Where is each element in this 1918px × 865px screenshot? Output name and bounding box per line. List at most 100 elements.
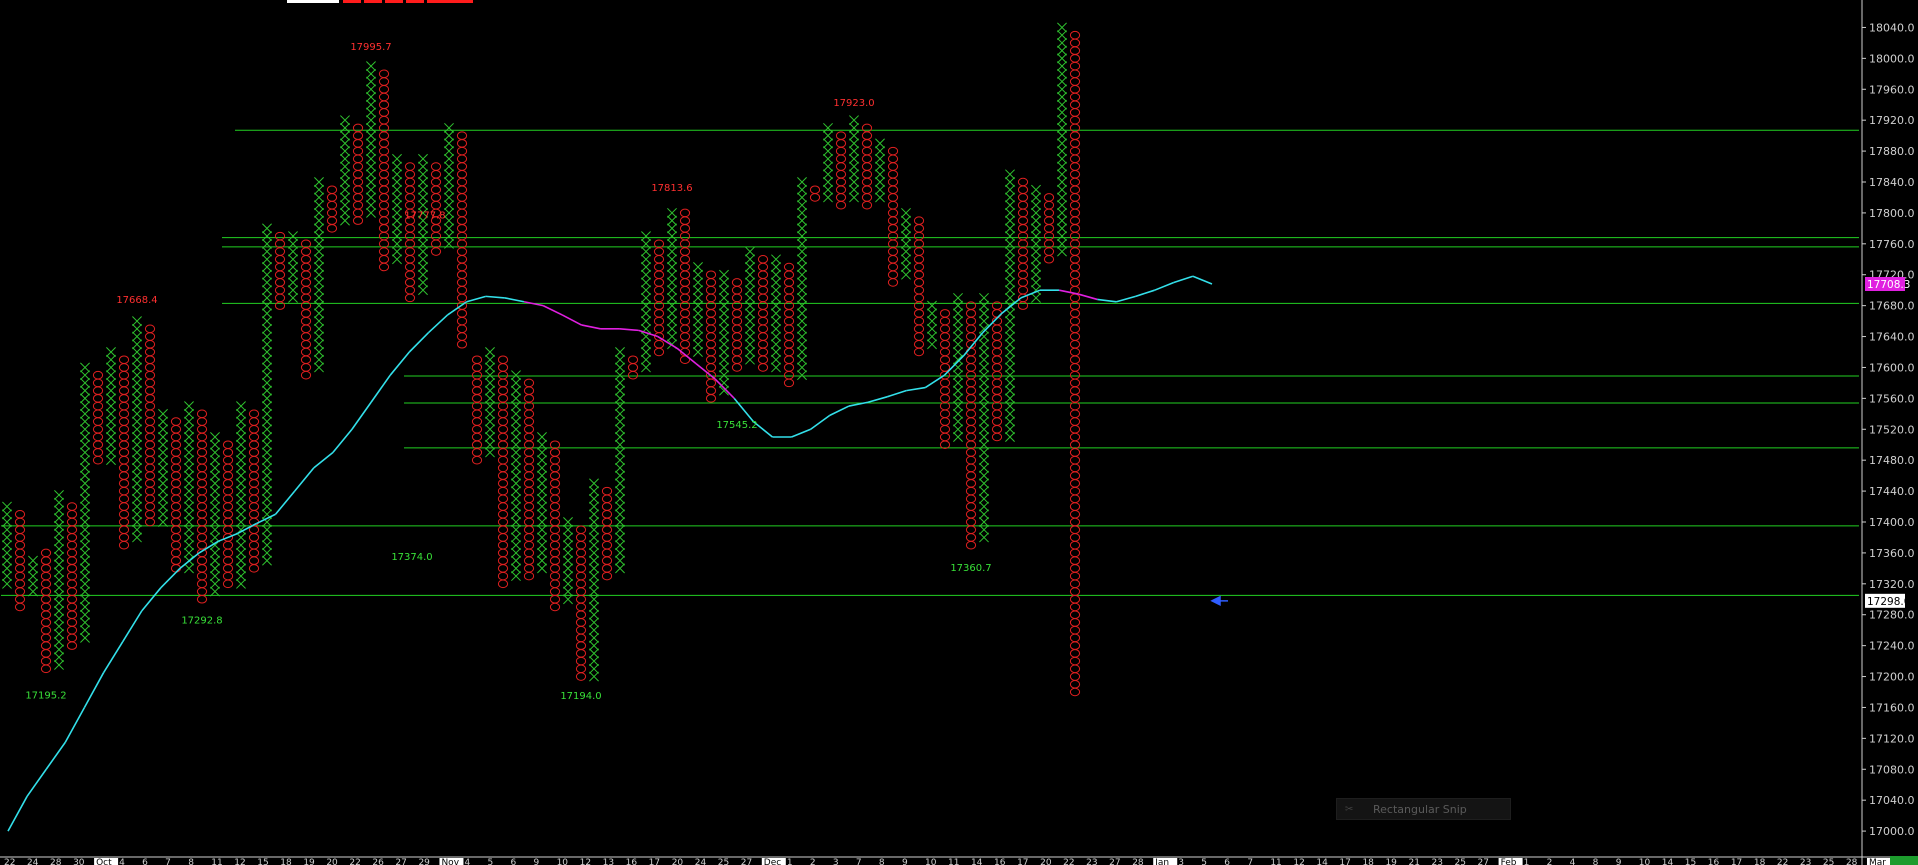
o-box bbox=[118, 425, 130, 434]
x-box bbox=[366, 146, 376, 157]
x-tick-label-8: 8 bbox=[188, 858, 194, 865]
o-box bbox=[66, 571, 78, 581]
right-column-8 bbox=[575, 525, 587, 681]
o-box bbox=[378, 139, 390, 148]
ma-segment bbox=[83, 672, 105, 708]
x-box bbox=[745, 316, 755, 327]
o-box bbox=[705, 278, 717, 287]
o-box bbox=[144, 378, 156, 388]
o-box bbox=[705, 285, 717, 295]
o-box bbox=[705, 293, 717, 303]
left-column-17 bbox=[222, 440, 234, 589]
o-box bbox=[757, 255, 769, 264]
o-box bbox=[1069, 185, 1081, 194]
x-box bbox=[589, 486, 599, 497]
o-box bbox=[222, 517, 234, 527]
o-box bbox=[497, 564, 509, 573]
x-box bbox=[262, 447, 272, 458]
o-box bbox=[1069, 463, 1081, 473]
o-box bbox=[653, 285, 665, 295]
o-box bbox=[1043, 208, 1055, 218]
o-box bbox=[300, 278, 312, 287]
o-box bbox=[783, 363, 795, 372]
o-box bbox=[731, 293, 743, 303]
o-box bbox=[1069, 525, 1081, 534]
x-box bbox=[80, 501, 90, 512]
pivot-label-9: 17923.0 bbox=[833, 98, 874, 109]
x-box bbox=[589, 578, 599, 589]
o-box bbox=[326, 185, 338, 194]
x-box bbox=[314, 347, 324, 357]
x-box bbox=[1005, 370, 1015, 381]
o-box bbox=[471, 394, 483, 403]
x-box bbox=[1005, 377, 1015, 388]
x-box bbox=[1031, 207, 1041, 218]
o-box bbox=[939, 324, 951, 334]
x-box bbox=[106, 401, 116, 412]
o-box bbox=[965, 432, 977, 442]
right-column-5 bbox=[537, 432, 547, 574]
o-box bbox=[404, 262, 416, 272]
x-box bbox=[953, 370, 963, 381]
x-box bbox=[979, 408, 989, 419]
o-box bbox=[1069, 363, 1081, 372]
ma-segment bbox=[1097, 298, 1117, 303]
o-box bbox=[66, 618, 78, 627]
o-box bbox=[549, 502, 561, 511]
left-column-6 bbox=[80, 362, 90, 643]
o-box bbox=[352, 170, 364, 179]
o-box bbox=[378, 85, 390, 94]
o-box bbox=[196, 564, 208, 573]
o-box bbox=[705, 347, 717, 357]
x-box bbox=[314, 231, 324, 242]
o-box bbox=[118, 417, 130, 426]
x-tick-label-13: 19 bbox=[303, 858, 315, 865]
o-box bbox=[92, 432, 104, 442]
x-box bbox=[641, 316, 651, 327]
x-box bbox=[797, 339, 807, 350]
x-box bbox=[54, 513, 64, 524]
x-box bbox=[511, 455, 521, 466]
o-box bbox=[497, 502, 509, 511]
x-box bbox=[210, 432, 220, 442]
o-box bbox=[144, 479, 156, 488]
o-box bbox=[653, 316, 665, 326]
x-box bbox=[158, 470, 168, 481]
o-box bbox=[679, 255, 691, 264]
x-box bbox=[1057, 200, 1067, 211]
o-box bbox=[274, 293, 286, 303]
o-box bbox=[40, 610, 52, 619]
o-box bbox=[1069, 471, 1081, 480]
x-box bbox=[1057, 84, 1067, 95]
ma-segment bbox=[886, 389, 907, 398]
pnf-chart[interactable]: 17195.217668.417292.817995.717374.017777… bbox=[0, 0, 1918, 865]
o-box bbox=[575, 649, 587, 658]
x-box bbox=[184, 563, 194, 574]
right-column-10 bbox=[601, 486, 613, 581]
x-box bbox=[314, 339, 324, 350]
x-box bbox=[444, 200, 454, 211]
price-tag-label-0: 17708.3 bbox=[1867, 279, 1910, 291]
x-box bbox=[132, 501, 142, 512]
x-box bbox=[392, 200, 402, 211]
x-box bbox=[262, 377, 272, 388]
o-box bbox=[523, 409, 535, 419]
x-box bbox=[132, 385, 142, 396]
x-box bbox=[1005, 285, 1015, 296]
o-box bbox=[497, 463, 509, 473]
o-box bbox=[430, 162, 442, 171]
rectangular-snip-window[interactable]: ✂ Rectangular Snip bbox=[1336, 798, 1511, 820]
o-box bbox=[679, 316, 691, 326]
x-box bbox=[849, 169, 859, 180]
o-box bbox=[653, 309, 665, 318]
o-box bbox=[1043, 231, 1055, 241]
x-box bbox=[1057, 53, 1067, 64]
right-column-25 bbox=[797, 177, 807, 381]
x-box bbox=[953, 385, 963, 396]
o-box bbox=[653, 255, 665, 264]
o-box bbox=[378, 146, 390, 156]
o-box bbox=[92, 394, 104, 403]
o-box bbox=[1069, 618, 1081, 627]
o-box bbox=[497, 417, 509, 426]
o-box bbox=[913, 224, 925, 233]
